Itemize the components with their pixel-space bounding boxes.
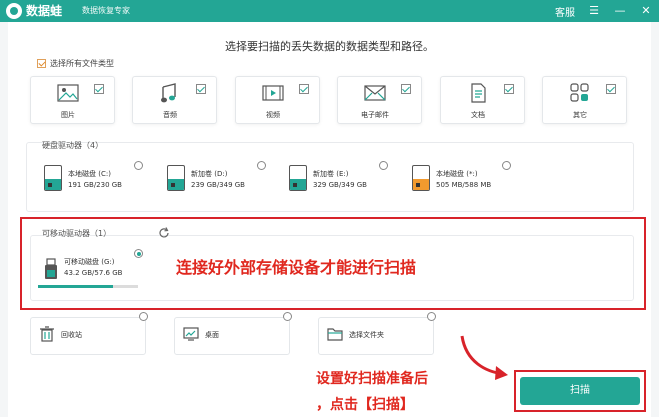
drive-radio[interactable] bbox=[379, 161, 388, 170]
drive-size: 191 GB/230 GB bbox=[68, 181, 122, 189]
annotation-setup-line2: ，点击【扫描】 bbox=[316, 397, 414, 413]
location-select-folder[interactable]: 选择文件夹 bbox=[318, 312, 436, 355]
title-bar: 数据蛙 数据恢复专家 客服 ☰ — ✕ bbox=[0, 0, 659, 22]
drive-name: 可移动磁盘 (G:) bbox=[64, 258, 115, 266]
main-panel: 选择要扫描的丢失数据的数据类型和路径。 选择所有文件类型 图片 音频 视频 电子… bbox=[8, 22, 651, 417]
frog-logo-icon bbox=[6, 3, 22, 19]
scan-button[interactable]: 扫描 bbox=[520, 377, 640, 405]
type-card-document[interactable]: 文档 bbox=[440, 76, 525, 124]
drive-name: 本地磁盘 (*:) bbox=[436, 170, 478, 178]
annotation-connect-device: 连接好外部存储设备才能进行扫描 bbox=[176, 258, 417, 277]
drive-radio[interactable] bbox=[502, 161, 511, 170]
image-checkbox[interactable] bbox=[94, 84, 104, 94]
location-radio[interactable] bbox=[283, 312, 292, 321]
drive-c[interactable]: 本地磁盘 (C:) 191 GB/230 GB bbox=[38, 160, 156, 210]
type-label: 其它 bbox=[573, 111, 587, 119]
location-recycle-bin[interactable]: 回收站 bbox=[30, 312, 148, 355]
document-icon bbox=[471, 83, 486, 103]
annotation-setup-line1: 设置好扫描准备后 bbox=[316, 371, 428, 387]
drive-size: 329 GB/349 GB bbox=[313, 181, 367, 189]
type-label: 音频 bbox=[163, 111, 177, 119]
removable-title: 可移动驱动器（1） bbox=[42, 229, 112, 238]
drive-radio[interactable] bbox=[134, 161, 143, 170]
desktop-icon bbox=[183, 327, 199, 341]
type-card-video[interactable]: 视频 bbox=[235, 76, 320, 124]
type-card-email[interactable]: 电子邮件 bbox=[337, 76, 422, 124]
drive-g[interactable]: 可移动磁盘 (G:) 43.2 GB/57.6 GB bbox=[38, 249, 148, 302]
page-title: 选择要扫描的丢失数据的数据类型和路径。 bbox=[225, 40, 434, 53]
location-label: 选择文件夹 bbox=[349, 331, 384, 339]
other-checkbox[interactable] bbox=[606, 84, 616, 94]
location-label: 桌面 bbox=[205, 331, 219, 339]
select-all-types[interactable]: 选择所有文件类型 bbox=[37, 58, 114, 69]
audio-checkbox[interactable] bbox=[196, 84, 206, 94]
email-icon bbox=[364, 85, 386, 101]
drive-name: 新加卷 (E:) bbox=[313, 170, 349, 178]
hard-drive-icon bbox=[44, 165, 62, 191]
email-checkbox[interactable] bbox=[401, 84, 411, 94]
app-name: 数据蛙 bbox=[26, 4, 63, 18]
drive-usage-bar bbox=[38, 285, 138, 288]
hard-drive-icon bbox=[412, 165, 430, 191]
type-card-image[interactable]: 图片 bbox=[30, 76, 115, 124]
drive-name: 本地磁盘 (C:) bbox=[68, 170, 111, 178]
window-controls: 客服 ☰ — ✕ bbox=[555, 0, 653, 22]
location-label: 回收站 bbox=[61, 331, 82, 339]
type-card-audio[interactable]: 音频 bbox=[132, 76, 217, 124]
hard-drive-icon bbox=[289, 165, 307, 191]
close-icon[interactable]: ✕ bbox=[639, 4, 653, 18]
type-label: 电子邮件 bbox=[361, 111, 389, 119]
app-window: 数据蛙 数据恢复专家 客服 ☰ — ✕ 选择要扫描的丢失数据的数据类型和路径。 … bbox=[0, 0, 659, 417]
usb-drive-icon bbox=[45, 258, 57, 279]
drive-size: 239 GB/349 GB bbox=[191, 181, 245, 189]
other-icon bbox=[570, 83, 589, 102]
type-label: 视频 bbox=[266, 111, 280, 119]
customer-service-link[interactable]: 客服 bbox=[555, 4, 575, 19]
drive-d[interactable]: 新加卷 (D:) 239 GB/349 GB bbox=[161, 160, 279, 210]
type-card-other[interactable]: 其它 bbox=[542, 76, 627, 124]
type-label: 图片 bbox=[61, 111, 75, 119]
select-all-label: 选择所有文件类型 bbox=[50, 59, 114, 68]
hard-drive-icon bbox=[167, 165, 185, 191]
recycle-bin-icon bbox=[40, 326, 54, 342]
location-radio[interactable] bbox=[427, 312, 436, 321]
refresh-icon[interactable] bbox=[158, 227, 170, 239]
drive-name: 新加卷 (D:) bbox=[191, 170, 228, 178]
red-arrow-icon bbox=[460, 335, 508, 380]
drive-size: 505 MB/588 MB bbox=[436, 181, 492, 189]
minimize-icon[interactable]: — bbox=[613, 4, 627, 18]
drive-radio-selected[interactable] bbox=[134, 249, 143, 258]
drive-radio[interactable] bbox=[257, 161, 266, 170]
drive-size: 43.2 GB/57.6 GB bbox=[64, 269, 123, 277]
app-subtitle: 数据恢复专家 bbox=[82, 6, 130, 15]
folder-icon bbox=[327, 328, 343, 341]
location-desktop[interactable]: 桌面 bbox=[174, 312, 292, 355]
menu-icon[interactable]: ☰ bbox=[587, 4, 601, 18]
hard-drive-title: 硬盘驱动器（4） bbox=[42, 141, 104, 150]
location-radio[interactable] bbox=[139, 312, 148, 321]
document-checkbox[interactable] bbox=[504, 84, 514, 94]
video-icon bbox=[262, 85, 284, 101]
image-icon bbox=[57, 84, 79, 102]
drive-e[interactable]: 新加卷 (E:) 329 GB/349 GB bbox=[283, 160, 401, 210]
video-checkbox[interactable] bbox=[299, 84, 309, 94]
audio-icon bbox=[161, 83, 176, 103]
select-all-checkbox[interactable] bbox=[37, 59, 46, 68]
drive-other[interactable]: 本地磁盘 (*:) 505 MB/588 MB bbox=[406, 160, 524, 210]
type-label: 文档 bbox=[471, 111, 485, 119]
